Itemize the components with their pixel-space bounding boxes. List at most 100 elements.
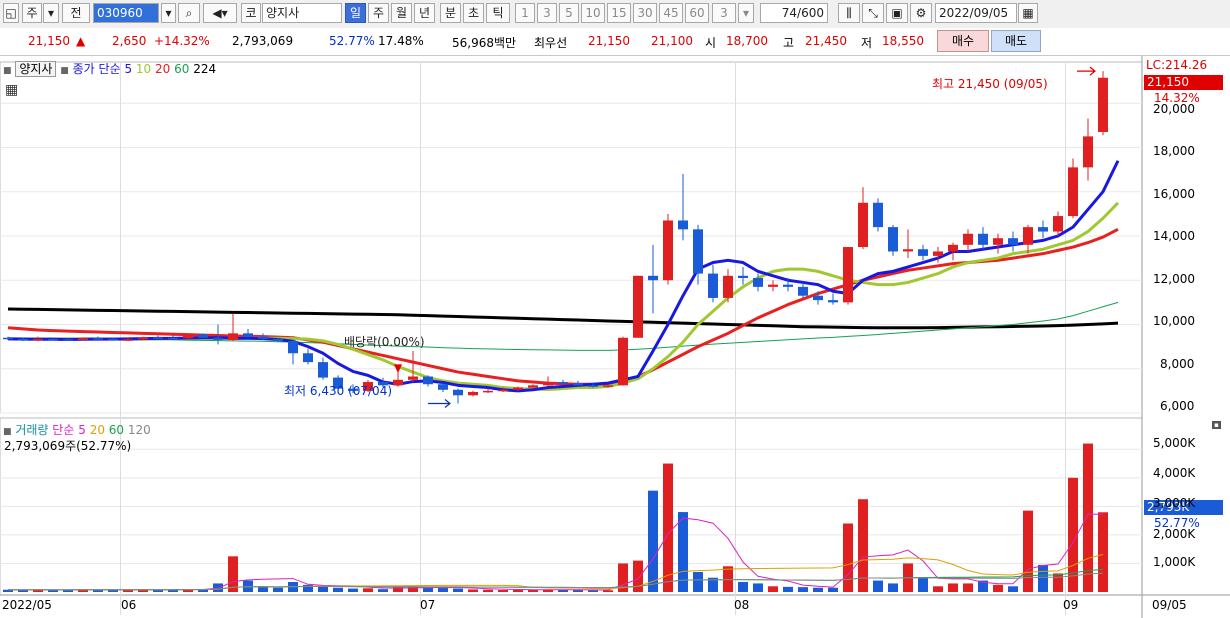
x-axis-end-label: 09/05 bbox=[1152, 598, 1187, 612]
candle-body bbox=[318, 362, 328, 378]
candle-body bbox=[573, 383, 583, 386]
quote-bar: 21,150 ▲ 2,650 +14.32% 2,793,069 52.77% … bbox=[0, 28, 1230, 56]
x-tick: 06 bbox=[121, 598, 137, 612]
tab-period-year[interactable]: 년 bbox=[414, 3, 435, 23]
tab-period-tick[interactable]: 틱 bbox=[486, 3, 510, 23]
vol-ma-60-label: 60 bbox=[108, 423, 125, 437]
tab-period-second[interactable]: 초 bbox=[463, 3, 484, 23]
sell-button[interactable]: 매도 bbox=[991, 30, 1041, 52]
tab-period-month[interactable]: 월 bbox=[391, 3, 412, 23]
candle-body bbox=[513, 387, 523, 390]
high-price: 21,450 bbox=[805, 34, 847, 48]
interval-60[interactable]: 60 bbox=[685, 3, 709, 23]
candle-body bbox=[798, 286, 808, 296]
candle-body bbox=[843, 247, 853, 303]
candle-body bbox=[33, 338, 43, 341]
candle-body bbox=[558, 382, 568, 384]
market-dropdown-icon[interactable]: ▾ bbox=[43, 3, 59, 23]
tab-period-minute[interactable]: 분 bbox=[440, 3, 461, 23]
volume-ratio: 52.77% bbox=[329, 34, 375, 48]
interval-custom-field[interactable]: 3 bbox=[712, 3, 736, 23]
candle-type-icon[interactable]: ⫼ bbox=[838, 3, 860, 23]
volume-bar bbox=[783, 586, 793, 592]
code-input[interactable]: 030960 bbox=[93, 3, 159, 23]
volume-bar bbox=[918, 577, 928, 592]
stock-chart[interactable] bbox=[0, 56, 1230, 618]
volume-bar bbox=[318, 586, 328, 592]
y-tick: 6,000 bbox=[1160, 399, 1195, 413]
volume-legend: ■ 거래량 단순 5 20 60 120 bbox=[3, 421, 151, 438]
count-field[interactable]: 74/600 bbox=[760, 3, 828, 23]
volume-bar bbox=[438, 588, 448, 592]
interval-1[interactable]: 1 bbox=[515, 3, 535, 23]
volume-bar bbox=[243, 580, 253, 592]
candle-body bbox=[588, 385, 598, 387]
candle-body bbox=[888, 227, 898, 252]
gear-icon[interactable]: ⚙ bbox=[910, 3, 932, 23]
interval-30[interactable]: 30 bbox=[633, 3, 657, 23]
best-quote-label: 최우선 bbox=[534, 36, 568, 50]
calendar-icon[interactable]: ▦ bbox=[1018, 3, 1038, 23]
candle-body bbox=[648, 275, 658, 281]
buy-button[interactable]: 매수 bbox=[937, 30, 989, 52]
interval-dropdown-icon[interactable]: ▾ bbox=[738, 3, 754, 23]
prev-button[interactable]: 전 bbox=[62, 3, 90, 23]
vol-y-tick: 4,000K bbox=[1153, 466, 1196, 480]
candle-body bbox=[1098, 77, 1108, 132]
save-icon[interactable]: ▣ bbox=[886, 3, 908, 23]
interval-15[interactable]: 15 bbox=[607, 3, 631, 23]
price-change-pct: +14.32% bbox=[154, 34, 210, 48]
y-tick: 16,000 bbox=[1153, 187, 1195, 201]
volume-bar bbox=[363, 588, 373, 592]
candle-body bbox=[753, 278, 763, 287]
interval-3[interactable]: 3 bbox=[537, 3, 557, 23]
candle-body bbox=[198, 334, 208, 338]
candle-body bbox=[228, 333, 238, 340]
volume-bar bbox=[1083, 443, 1093, 592]
tab-period-day[interactable]: 일 bbox=[345, 3, 366, 23]
chart-window-icon[interactable]: ◱ bbox=[3, 3, 19, 23]
date-field[interactable]: 2022/09/05 bbox=[935, 3, 1017, 23]
interval-5[interactable]: 5 bbox=[559, 3, 579, 23]
code-dropdown-icon[interactable]: ▾ bbox=[161, 3, 176, 23]
x-tick: 09 bbox=[1063, 598, 1079, 612]
market-select[interactable]: 주 bbox=[22, 3, 42, 23]
volume-bar bbox=[993, 584, 1003, 592]
candle-body bbox=[963, 233, 973, 245]
candle-body bbox=[1023, 227, 1033, 245]
candle-body bbox=[618, 337, 628, 386]
interval-10[interactable]: 10 bbox=[581, 3, 605, 23]
candle-body bbox=[873, 202, 883, 228]
volume-bar bbox=[603, 590, 613, 592]
search-icon[interactable]: ⌕ bbox=[178, 3, 200, 23]
candle-body bbox=[633, 275, 643, 338]
current-price-tag: 21,150 bbox=[1144, 75, 1223, 90]
candle-body bbox=[468, 391, 478, 396]
legend-square-icon: ■ bbox=[3, 427, 12, 437]
ma-indicator-label: 종가 단순 bbox=[72, 62, 121, 76]
interval-45[interactable]: 45 bbox=[659, 3, 683, 23]
crosshair-icon[interactable]: ⤡ bbox=[862, 3, 884, 23]
sound-icon[interactable]: ◀▾ bbox=[203, 3, 237, 23]
volume-bar bbox=[1053, 573, 1063, 592]
high-label: 고 bbox=[783, 36, 795, 50]
volume-bar bbox=[423, 587, 433, 592]
tab-period-week[interactable]: 주 bbox=[368, 3, 389, 23]
table-icon[interactable]: ▦ bbox=[5, 82, 18, 98]
candle-body bbox=[1083, 136, 1093, 168]
panel-close-icon[interactable]: ▪ bbox=[1212, 421, 1221, 429]
candle-body bbox=[933, 251, 943, 256]
vol-ma-5-label: 5 bbox=[78, 423, 86, 437]
x-tick: 07 bbox=[420, 598, 436, 612]
vol-ma-120-label: 120 bbox=[127, 423, 151, 437]
candle-body bbox=[708, 273, 718, 298]
candle-body bbox=[1008, 238, 1018, 245]
stock-name-field[interactable]: 양지사 bbox=[262, 3, 342, 23]
x-tick: 2022/05 bbox=[2, 598, 52, 612]
volume-bar bbox=[1008, 586, 1018, 592]
volume-bar bbox=[273, 587, 283, 592]
candle-body bbox=[168, 337, 178, 340]
volume-bar bbox=[1023, 510, 1033, 592]
candle-body bbox=[918, 249, 928, 256]
volume-bar bbox=[843, 523, 853, 592]
